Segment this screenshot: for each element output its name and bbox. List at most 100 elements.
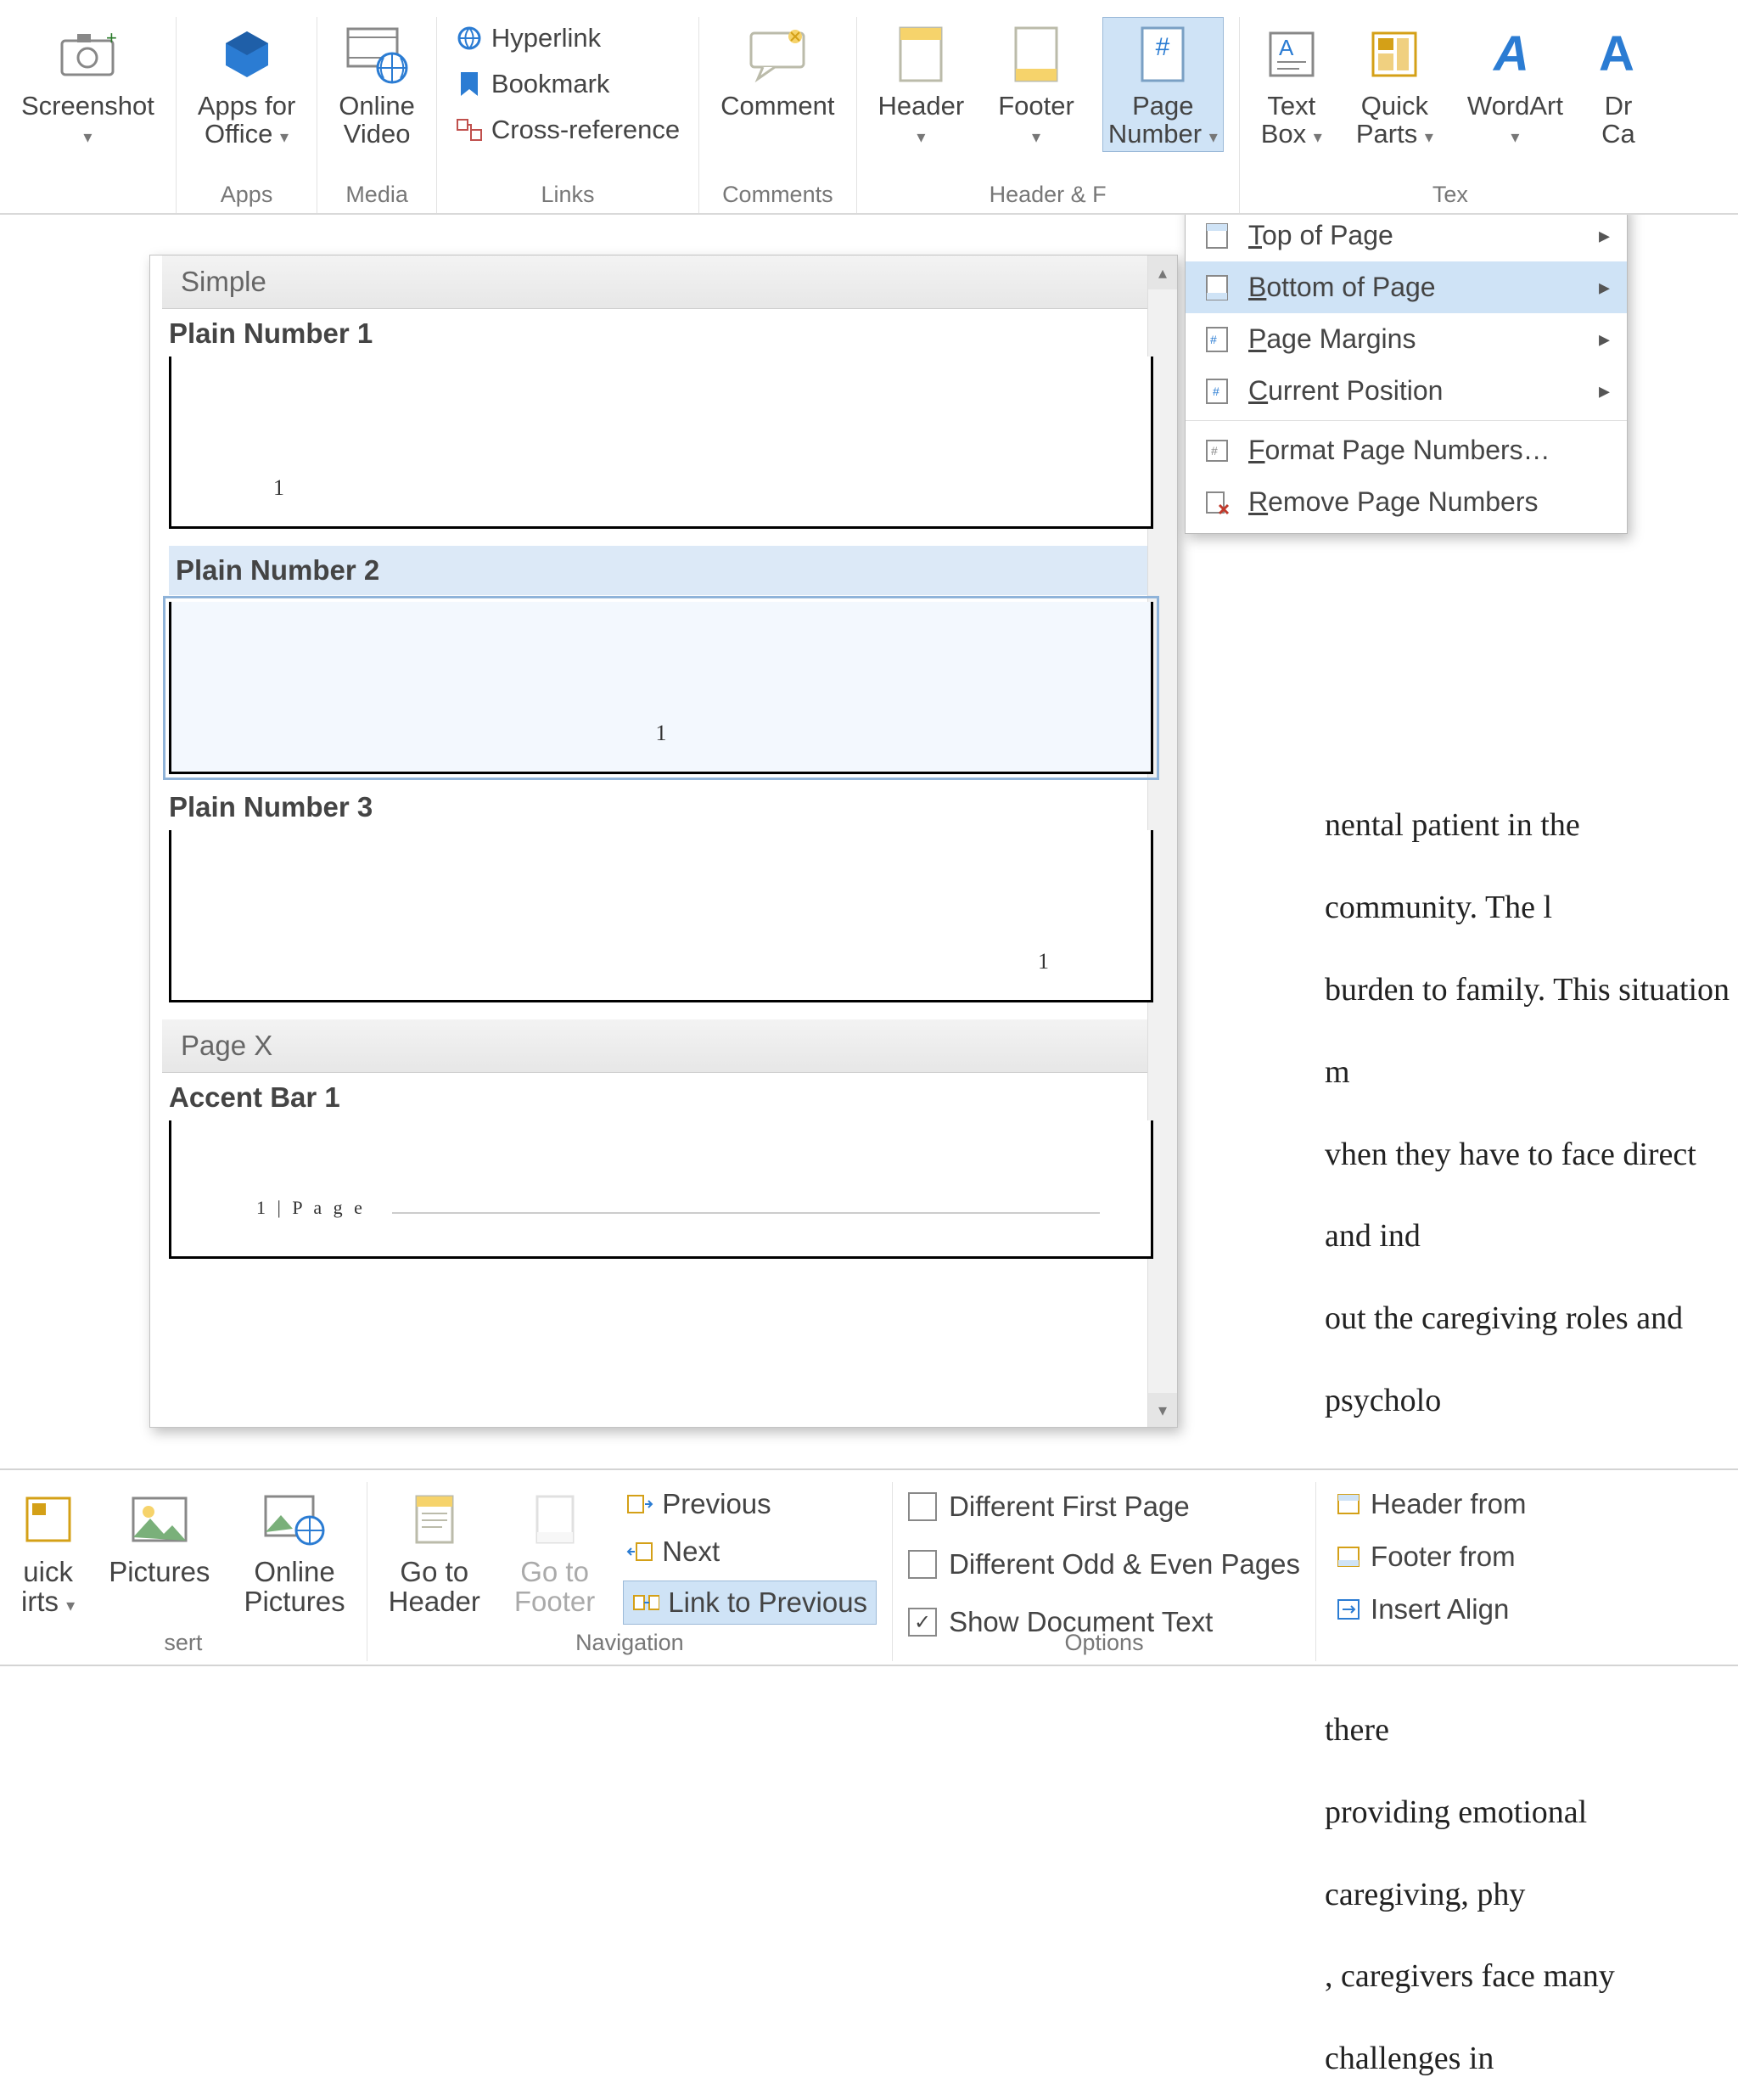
screenshot-button[interactable]: + Screenshot▾ xyxy=(15,17,160,152)
menu-current-position[interactable]: # Current PositionCurrent Position ▸ xyxy=(1186,365,1627,417)
doc-line: , caregivers face many challenges in xyxy=(1325,1935,1738,2100)
scroll-up-icon[interactable]: ▴ xyxy=(1148,255,1177,289)
gallery-item-plain-number-2[interactable]: Plain Number 2 1 xyxy=(162,546,1160,774)
quick-parts-icon xyxy=(1368,21,1421,87)
preview-page-number: 1 xyxy=(656,721,667,746)
previous-section-button[interactable]: Previous xyxy=(623,1485,877,1523)
menu-label: Current PositionCurrent Position xyxy=(1248,375,1443,407)
header-from-top-field[interactable]: Header from xyxy=(1332,1485,1529,1523)
doc-line: burden to family. This situation m xyxy=(1325,949,1738,1114)
submenu-arrow-icon: ▸ xyxy=(1599,326,1610,352)
gallery-item-title: Plain Number 3 xyxy=(169,791,1153,823)
different-first-page-checkbox[interactable]: Different First Page xyxy=(908,1485,1300,1528)
scroll-down-icon[interactable]: ▾ xyxy=(1148,1393,1177,1427)
hyperlink-icon xyxy=(456,25,483,52)
label: Pictures xyxy=(109,1558,210,1587)
group-label-options: Options xyxy=(1065,1630,1144,1656)
checkbox-icon xyxy=(908,1492,937,1521)
page-number-label: Page Number xyxy=(1108,91,1202,149)
chevron-down-icon: ▾ xyxy=(1425,128,1433,147)
label: Online Pictures xyxy=(244,1558,345,1616)
next-icon xyxy=(626,1538,653,1565)
online-pictures-button[interactable]: Online Pictures xyxy=(238,1482,350,1620)
text-box-button[interactable]: A Text Box ▾ xyxy=(1255,17,1328,152)
pictures-button[interactable]: Pictures xyxy=(103,1482,216,1592)
label: Insert Align xyxy=(1371,1593,1509,1626)
different-odd-even-checkbox[interactable]: Different Odd & Even Pages xyxy=(908,1543,1300,1586)
comment-button[interactable]: Comment xyxy=(715,17,840,125)
cross-reference-button[interactable]: Cross-reference xyxy=(452,112,683,148)
menu-format-page-numbers[interactable]: # Format Page Numbers…Format Page Number… xyxy=(1186,424,1627,476)
doc-line: providing emotional caregiving, phy xyxy=(1325,1772,1738,1936)
page-top-icon xyxy=(1203,222,1231,250)
gallery-preview: 1 xyxy=(169,602,1153,774)
label: Different First Page xyxy=(949,1491,1190,1523)
menu-label: Remove Page NumbersRemove Page Numbers xyxy=(1248,486,1538,518)
gallery-item-title: Accent Bar 1 xyxy=(169,1081,1153,1114)
svg-text:+: + xyxy=(106,29,117,48)
group-label xyxy=(1427,1630,1434,1656)
drop-cap-button[interactable]: A Dr Ca xyxy=(1591,17,1645,152)
menu-page-margins[interactable]: # Page MarginsPage Margins ▸ xyxy=(1186,313,1627,365)
next-section-button[interactable]: Next xyxy=(623,1533,877,1570)
picture-globe-icon xyxy=(262,1486,327,1553)
chevron-down-icon: ▾ xyxy=(83,128,92,147)
preview-page-number: 1 xyxy=(273,475,284,501)
menu-top-of-page[interactable]: TTop of Pageop of Page ▸ xyxy=(1186,210,1627,261)
gallery-item-plain-number-1[interactable]: Plain Number 1 1 xyxy=(162,317,1160,529)
label: Different Odd & Even Pages xyxy=(949,1548,1300,1581)
gallery-item-title: Plain Number 2 xyxy=(169,546,1153,595)
online-video-label: Online Video xyxy=(339,93,415,148)
svg-text:A: A xyxy=(1279,35,1294,60)
chevron-down-icon: ▾ xyxy=(1209,128,1218,147)
label: uick irts xyxy=(21,1556,73,1617)
page-number-menu: TTop of Pageop of Page ▸ Bottom of PageB… xyxy=(1185,204,1628,534)
submenu-arrow-icon: ▸ xyxy=(1599,274,1610,300)
gallery-item-title: Plain Number 1 xyxy=(169,317,1153,350)
wordart-button[interactable]: A WordArt ▾ xyxy=(1461,17,1569,152)
label: Next xyxy=(662,1536,720,1568)
document-body-text: nental patient in the community. The l b… xyxy=(1325,784,1738,2100)
gallery-preview: 1 | P a g e xyxy=(169,1120,1153,1259)
group-label-media: Media xyxy=(345,182,408,208)
svg-text:#: # xyxy=(1211,444,1218,458)
online-video-button[interactable]: Online Video xyxy=(333,17,421,152)
quick-parts-hft-button[interactable]: uick irts ▾ xyxy=(15,1482,81,1620)
wordart-label: WordArt xyxy=(1467,91,1563,121)
goto-header-icon xyxy=(412,1486,457,1553)
chevron-down-icon: ▾ xyxy=(917,128,925,147)
page-current-icon: # xyxy=(1203,377,1231,406)
page-number-icon: # xyxy=(1139,21,1186,87)
bookmark-label: Bookmark xyxy=(491,69,610,99)
gallery-item-plain-number-3[interactable]: Plain Number 3 1 xyxy=(162,791,1160,1002)
picture-icon xyxy=(130,1486,189,1553)
drop-cap-label: Dr Ca xyxy=(1601,93,1635,148)
bookmark-button[interactable]: Bookmark xyxy=(452,66,683,102)
footer-icon xyxy=(1012,21,1060,87)
menu-remove-page-numbers[interactable]: Remove Page NumbersRemove Page Numbers xyxy=(1186,476,1627,528)
chevron-down-icon: ▾ xyxy=(1511,128,1519,147)
chevron-down-icon: ▾ xyxy=(1314,128,1322,147)
link-to-previous-button[interactable]: Link to Previous xyxy=(623,1581,877,1625)
gallery-item-accent-bar-1[interactable]: Accent Bar 1 1 | P a g e xyxy=(162,1081,1160,1259)
goto-header-button[interactable]: Go to Header xyxy=(383,1482,486,1620)
label: Link to Previous xyxy=(668,1586,867,1619)
footer-button[interactable]: Footer▾ xyxy=(992,17,1080,152)
gallery-category-simple: Simple xyxy=(162,255,1160,309)
header-icon xyxy=(897,21,945,87)
cross-reference-icon xyxy=(456,116,483,143)
hyperlink-button[interactable]: Hyperlink xyxy=(452,20,683,56)
svg-text:A: A xyxy=(1492,26,1529,81)
apps-for-office-button[interactable]: Apps for Office ▾ xyxy=(192,17,301,152)
goto-footer-button[interactable]: Go to Footer xyxy=(508,1482,601,1620)
label: Footer from xyxy=(1371,1541,1516,1573)
page-number-button[interactable]: # Page Number ▾ xyxy=(1102,17,1224,152)
quick-parts-button[interactable]: Quick Parts ▾ xyxy=(1350,17,1439,152)
group-label-links: Links xyxy=(541,182,595,208)
insert-alignment-tab-button[interactable]: Insert Align xyxy=(1332,1591,1529,1628)
menu-bottom-of-page[interactable]: Bottom of PageBottom of Page ▸ xyxy=(1186,261,1627,313)
header-button[interactable]: Header▾ xyxy=(872,17,971,152)
footer-from-bottom-field[interactable]: Footer from xyxy=(1332,1538,1529,1575)
group-label-comments: Comments xyxy=(722,182,833,208)
label: Go to Header xyxy=(389,1558,480,1616)
